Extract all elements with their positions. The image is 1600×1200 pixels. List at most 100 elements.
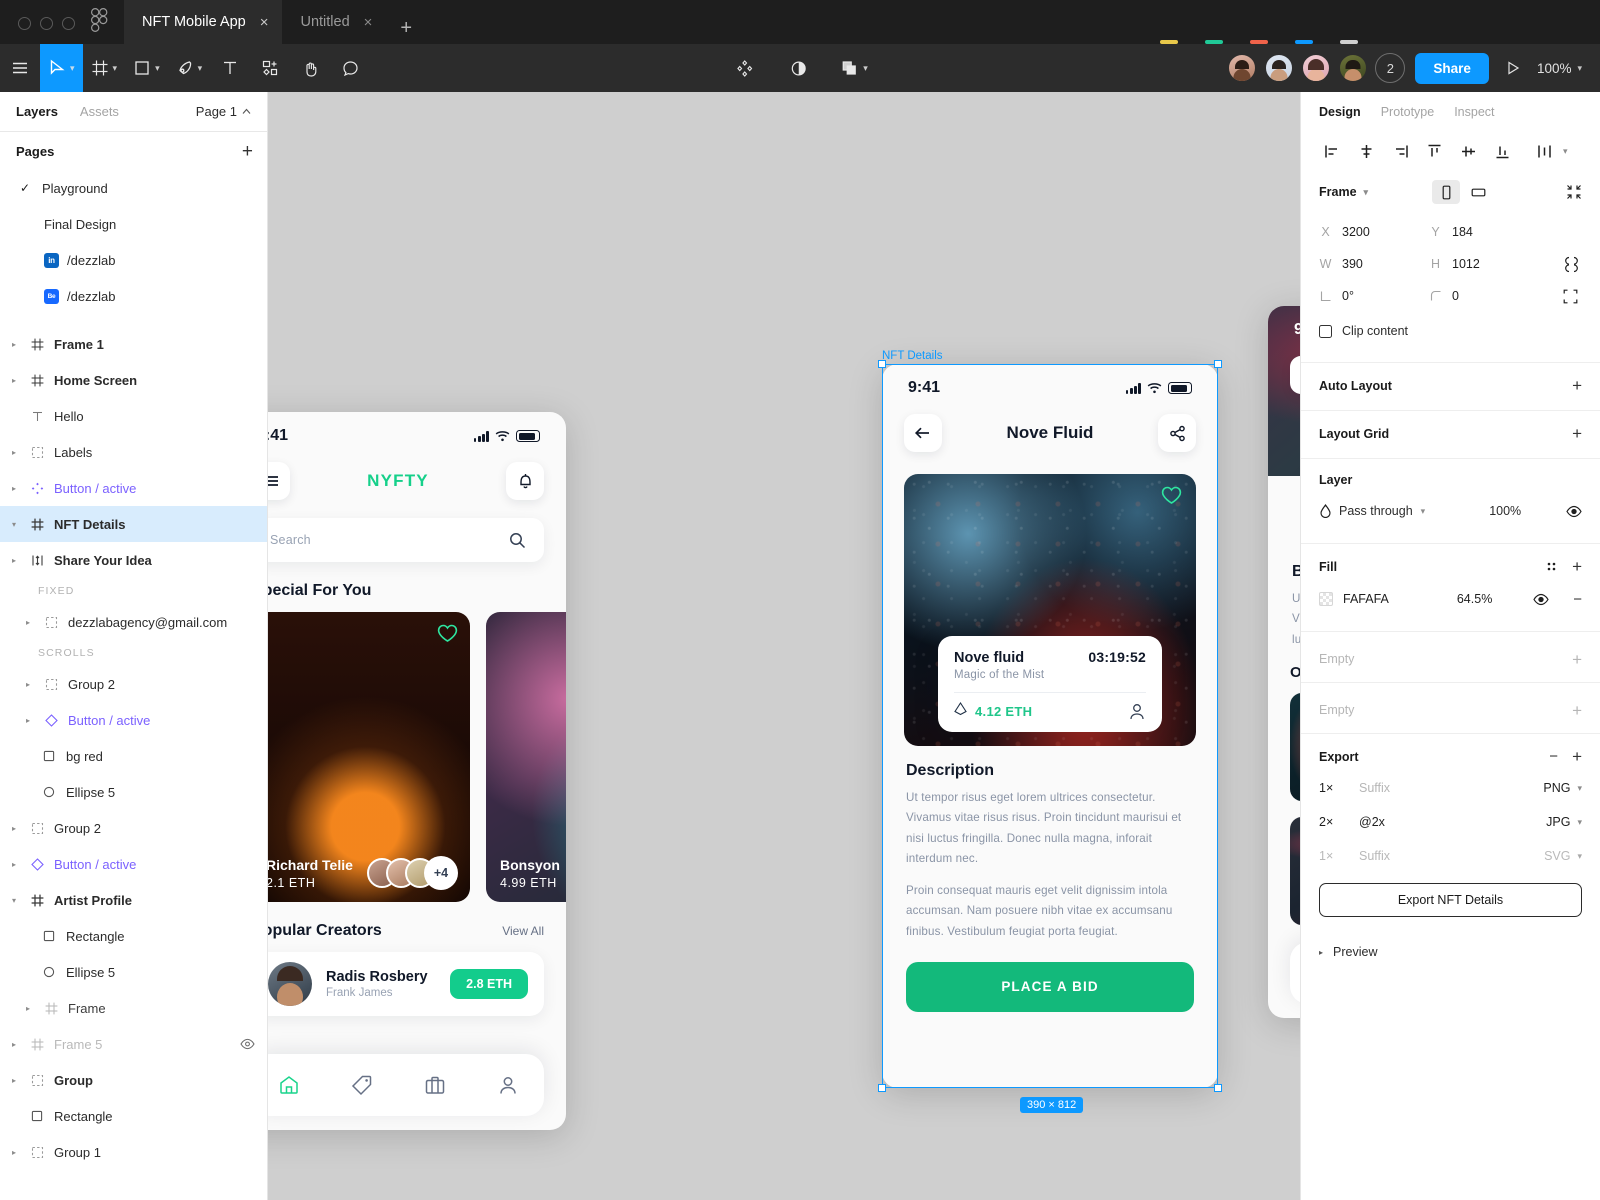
add-effect-button[interactable]: + xyxy=(1572,702,1582,719)
page-item-final-design[interactable]: Final Design xyxy=(0,206,267,242)
chevron-down-icon[interactable]: ▾ xyxy=(1577,817,1582,828)
move-tool-button[interactable]: ▾ xyxy=(40,44,83,92)
design-canvas[interactable]: 9:41 NYFTY Search xyxy=(268,92,1300,1200)
layer-row-ellipse-5-a[interactable]: Ellipse 5 xyxy=(0,774,267,810)
selection-handle-tr[interactable] xyxy=(1214,360,1222,368)
chevron-down-icon[interactable]: ▾ xyxy=(70,63,75,74)
layer-row-home-screen[interactable]: ▸ Home Screen xyxy=(0,362,267,398)
window-maximize-dot[interactable] xyxy=(62,17,75,30)
layer-row-button-active-b[interactable]: ▸ Button / active xyxy=(0,846,267,882)
nft-hero-image[interactable]: Nove fluid 03:19:52 Magic of the Mist 4.… xyxy=(904,474,1196,746)
tab-design[interactable]: Design xyxy=(1319,105,1361,119)
nft-card[interactable]: Bonsyon 4.99 ETH xyxy=(486,612,566,902)
artboard-nft-details[interactable]: 9:41 Nove Fluid Nove fluid 03:19:52 Magi… xyxy=(882,364,1218,1088)
rotation-field[interactable]: 0° xyxy=(1319,289,1429,303)
chevron-down-icon[interactable]: ▾ xyxy=(1577,783,1582,794)
checkbox-box[interactable] xyxy=(1319,324,1332,338)
creator-price-badge[interactable]: 2.8 ETH xyxy=(450,969,528,999)
fill-opacity-value[interactable]: 64.5% xyxy=(1457,592,1492,606)
chevron-right-icon[interactable]: ▸ xyxy=(8,860,20,869)
tab-assets[interactable]: Assets xyxy=(80,104,119,119)
align-vertical-center-icon[interactable] xyxy=(1451,137,1485,165)
eye-icon[interactable] xyxy=(1566,505,1582,518)
chevron-down-icon[interactable]: ▾ xyxy=(1364,187,1369,198)
layer-row-artist-profile[interactable]: ▾ Artist Profile xyxy=(0,882,267,918)
chevron-down-icon[interactable]: ▾ xyxy=(155,63,160,74)
heart-icon[interactable] xyxy=(1161,486,1182,505)
tab-prototype[interactable]: Prototype xyxy=(1381,105,1435,119)
comment-tool-button[interactable] xyxy=(330,44,370,92)
extra-collaborators-count[interactable]: 2 xyxy=(1375,53,1406,83)
tab-inspect[interactable]: Inspect xyxy=(1454,105,1494,119)
align-top-icon[interactable] xyxy=(1417,137,1451,165)
shape-tool-button[interactable]: ▾ xyxy=(125,44,168,92)
orientation-toggle[interactable] xyxy=(1432,180,1492,204)
tab-on-sale[interactable]: On sale xyxy=(1290,664,1300,681)
export-format[interactable]: PNG ▾ xyxy=(1543,781,1582,795)
chevron-right-icon[interactable]: ▸ xyxy=(8,1148,20,1157)
chevron-right-icon[interactable]: ▸ xyxy=(1319,948,1323,957)
align-horizontal-center-icon[interactable] xyxy=(1349,137,1383,165)
layer-row-button-active-a[interactable]: ▸ Button / active xyxy=(0,702,267,738)
bell-icon[interactable] xyxy=(506,462,544,500)
chevron-down-icon[interactable]: ▾ xyxy=(8,520,20,529)
avatar[interactable] xyxy=(1338,53,1369,83)
window-close-dot[interactable] xyxy=(18,17,31,30)
layer-row-dezzlabagency-email[interactable]: ▸ dezzlabagency@gmail.com xyxy=(0,604,267,640)
avatar[interactable] xyxy=(1264,53,1295,83)
color-swatch[interactable] xyxy=(1319,592,1333,606)
fill-hex-value[interactable]: FAFAFA xyxy=(1343,592,1389,606)
window-minimize-dot[interactable] xyxy=(40,17,53,30)
layer-row-frame-nested[interactable]: ▸ Frame xyxy=(0,990,267,1026)
chevron-down-icon[interactable]: ▾ xyxy=(863,63,868,74)
zoom-control[interactable]: 100% ▾ xyxy=(1537,61,1582,76)
artboard-artist-profile[interactable]: 9:41 Profile xyxy=(1268,306,1300,1018)
constraints-icon[interactable] xyxy=(1563,289,1582,304)
portrait-icon[interactable] xyxy=(1432,180,1461,204)
selection-handle-tl[interactable] xyxy=(878,360,886,368)
chevron-right-icon[interactable]: ▸ xyxy=(8,824,20,833)
layer-row-nft-details[interactable]: ▾ NFT Details xyxy=(0,506,267,542)
chevron-right-icon[interactable]: ▸ xyxy=(22,680,34,689)
remove-export-button[interactable]: − xyxy=(1549,749,1558,764)
align-right-icon[interactable] xyxy=(1383,137,1417,165)
components-diamond-button[interactable] xyxy=(724,44,764,92)
page-selector[interactable]: Page 1 xyxy=(196,104,251,119)
chevron-right-icon[interactable]: ▸ xyxy=(22,1004,34,1013)
text-tool-button[interactable] xyxy=(210,44,250,92)
width-field[interactable]: W 390 xyxy=(1319,257,1429,271)
tab-layers[interactable]: Layers xyxy=(16,104,58,119)
place-a-bid-button[interactable]: PLACE A BID xyxy=(906,961,1194,1012)
export-scale[interactable]: 2× xyxy=(1319,815,1359,829)
add-stroke-button[interactable]: + xyxy=(1572,651,1582,668)
hamburger-icon[interactable] xyxy=(268,462,290,500)
search-input[interactable]: Search xyxy=(268,518,544,562)
hamburger-icon[interactable] xyxy=(1290,356,1300,394)
mask-contrast-button[interactable] xyxy=(778,44,818,92)
page-item-behance-dezzlab[interactable]: Be /dezzlab xyxy=(0,278,267,314)
chevron-down-icon[interactable]: ▾ xyxy=(113,63,118,74)
window-controls[interactable] xyxy=(0,17,89,44)
selection-handle-bl[interactable] xyxy=(878,1084,886,1092)
export-format[interactable]: SVG ▾ xyxy=(1544,849,1582,863)
blend-mode-select[interactable]: Pass through ▾ xyxy=(1319,504,1425,518)
avatar[interactable] xyxy=(1227,53,1258,83)
corner-radius-field[interactable]: 0 xyxy=(1429,289,1539,303)
tag-icon[interactable] xyxy=(351,1074,373,1096)
avatar[interactable] xyxy=(1301,53,1332,83)
arrow-left-icon[interactable] xyxy=(904,414,942,452)
pen-tool-button[interactable]: ▾ xyxy=(168,44,211,92)
add-fill-button[interactable]: + xyxy=(1572,558,1582,575)
chevron-right-icon[interactable]: ▸ xyxy=(8,340,20,349)
selection-handle-br[interactable] xyxy=(1214,1084,1222,1092)
export-scale[interactable]: 1× xyxy=(1319,849,1359,863)
chevron-down-icon[interactable]: ▾ xyxy=(1563,146,1568,157)
layer-row-button-active-set[interactable]: ▸ Button / active xyxy=(0,470,267,506)
heart-icon[interactable] xyxy=(437,624,458,643)
nft-card[interactable]: Richard Telie 2.1 ETH +4 xyxy=(268,612,470,902)
export-nft-details-button[interactable]: Export NFT Details xyxy=(1319,883,1582,917)
new-tab-button[interactable]: + xyxy=(386,18,428,44)
chevron-down-icon[interactable]: ▾ xyxy=(1421,506,1426,517)
chevron-right-icon[interactable]: ▸ xyxy=(8,448,20,457)
layer-row-ellipse-5-b[interactable]: Ellipse 5 xyxy=(0,954,267,990)
